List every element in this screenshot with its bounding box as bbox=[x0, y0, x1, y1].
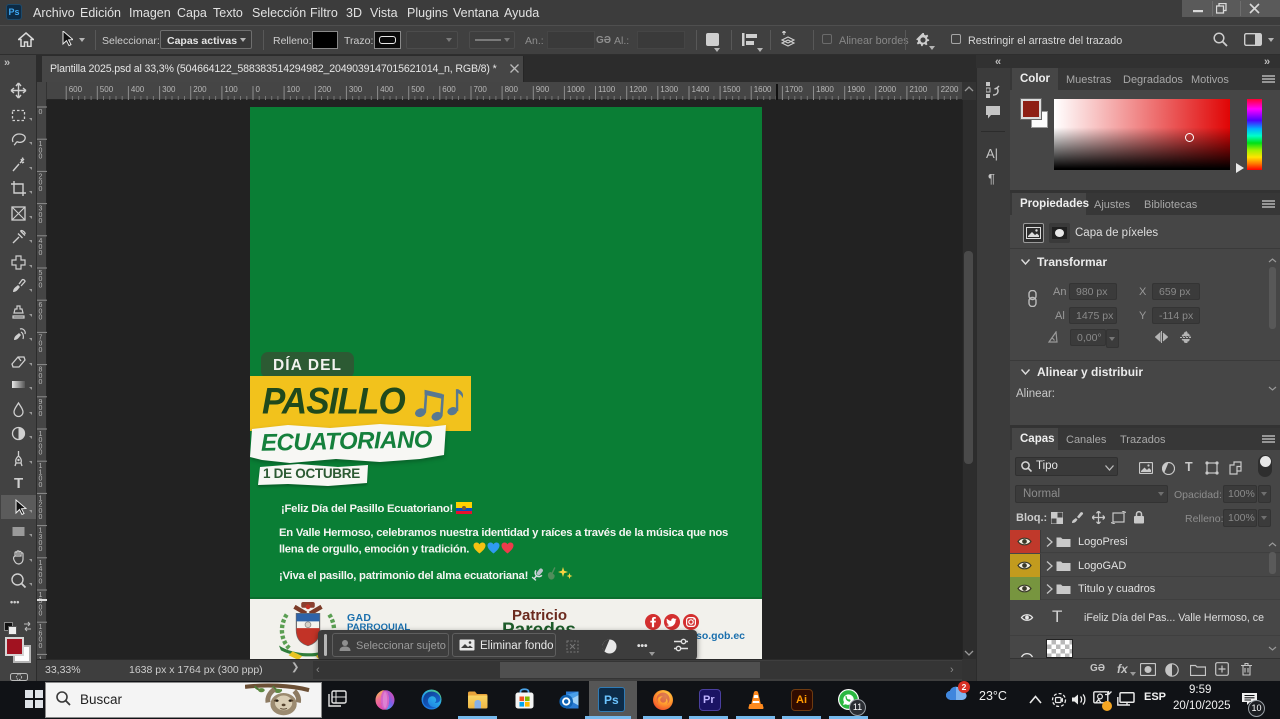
svg-text:1600: 1600 bbox=[754, 85, 772, 94]
svg-text:0: 0 bbox=[39, 643, 43, 650]
svg-text:0: 0 bbox=[39, 611, 43, 618]
svg-text:0: 0 bbox=[39, 109, 43, 116]
svg-text:2000: 2000 bbox=[878, 85, 896, 94]
svg-text:1500: 1500 bbox=[723, 85, 741, 94]
svg-text:T: T bbox=[14, 475, 23, 491]
svg-text:100: 100 bbox=[287, 85, 301, 94]
svg-text:0: 0 bbox=[39, 315, 43, 322]
svg-text:200: 200 bbox=[318, 85, 332, 94]
svg-text:600: 600 bbox=[69, 85, 83, 94]
svg-text:1800: 1800 bbox=[816, 85, 834, 94]
svg-text:0: 0 bbox=[39, 250, 43, 257]
svg-text:0: 0 bbox=[39, 347, 43, 354]
svg-text:0: 0 bbox=[39, 482, 43, 489]
svg-text:1300: 1300 bbox=[660, 85, 678, 94]
svg-text:1400: 1400 bbox=[692, 85, 710, 94]
svg-text:2200: 2200 bbox=[941, 85, 959, 94]
svg-text:500: 500 bbox=[100, 85, 114, 94]
svg-text:500: 500 bbox=[411, 85, 425, 94]
svg-text:1100: 1100 bbox=[598, 85, 616, 94]
svg-text:0: 0 bbox=[256, 85, 261, 94]
svg-text:0: 0 bbox=[39, 578, 43, 585]
svg-text:1700: 1700 bbox=[785, 85, 803, 94]
svg-text:400: 400 bbox=[380, 85, 394, 94]
svg-text:0: 0 bbox=[39, 186, 43, 193]
svg-text:300: 300 bbox=[162, 85, 176, 94]
svg-text:400: 400 bbox=[131, 85, 145, 94]
svg-text:700: 700 bbox=[474, 85, 488, 94]
svg-text:0: 0 bbox=[39, 154, 43, 161]
svg-text:0: 0 bbox=[39, 546, 43, 553]
svg-text:0: 0 bbox=[39, 282, 43, 289]
svg-text:900: 900 bbox=[536, 85, 550, 94]
svg-text:0: 0 bbox=[39, 411, 43, 418]
svg-text:300: 300 bbox=[349, 85, 363, 94]
svg-text:200: 200 bbox=[193, 85, 207, 94]
svg-text:1900: 1900 bbox=[847, 85, 865, 94]
svg-text:1000: 1000 bbox=[567, 85, 585, 94]
svg-text:0: 0 bbox=[39, 514, 43, 521]
svg-text:1200: 1200 bbox=[629, 85, 647, 94]
svg-text:600: 600 bbox=[442, 85, 456, 94]
svg-text:100: 100 bbox=[224, 85, 238, 94]
svg-text:0: 0 bbox=[39, 218, 43, 225]
svg-text:2100: 2100 bbox=[909, 85, 927, 94]
svg-text:0: 0 bbox=[39, 450, 43, 457]
svg-text:800: 800 bbox=[505, 85, 519, 94]
svg-text:0: 0 bbox=[39, 379, 43, 386]
